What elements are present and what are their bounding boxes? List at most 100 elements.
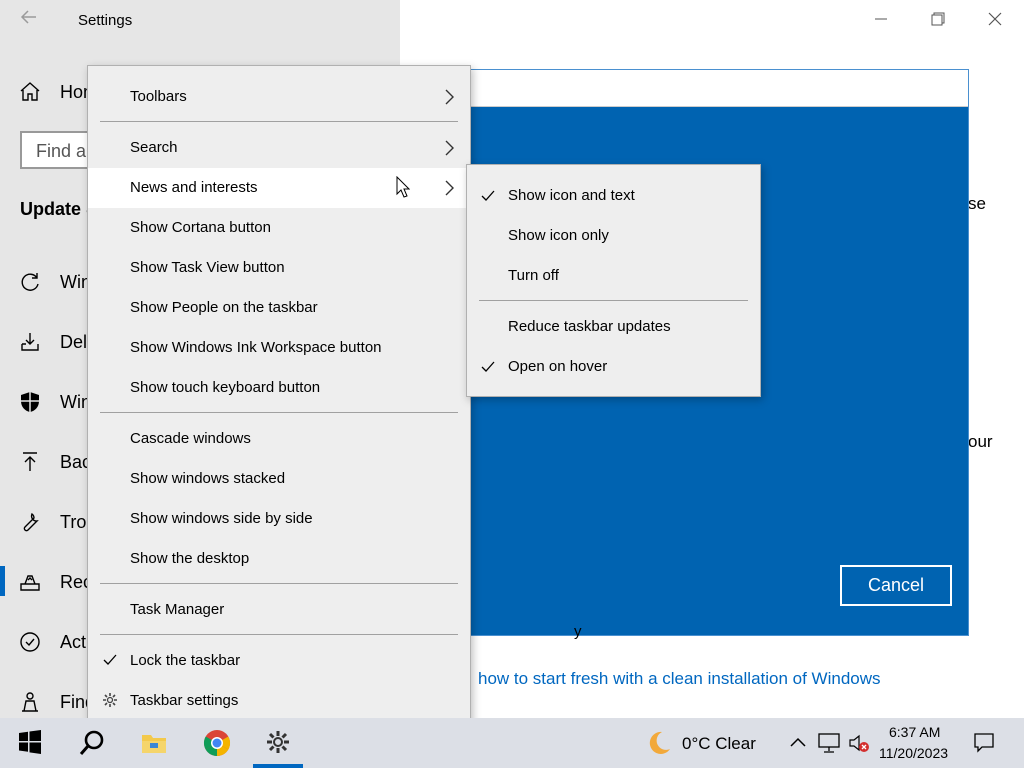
volume-button[interactable]	[845, 718, 873, 768]
menu-item-label: Lock the taskbar	[130, 652, 241, 669]
volume-muted-icon	[849, 734, 869, 752]
notification-icon	[974, 733, 994, 753]
notifications-button[interactable]	[962, 718, 1006, 768]
menu-separator	[479, 300, 748, 301]
windows-logo-icon	[19, 730, 41, 754]
cancel-button[interactable]: Cancel	[840, 565, 952, 606]
menu-item-label: Show Windows Ink Workspace button	[130, 339, 382, 356]
network-button[interactable]	[815, 718, 843, 768]
menu-item-cascade-windows[interactable]: Cascade windows	[88, 419, 470, 459]
menu-item-label: Search	[130, 139, 178, 156]
weather-text[interactable]: 0°C Clear	[682, 734, 756, 754]
submenu-item-open-on-hover[interactable]: Open on hover	[467, 347, 760, 387]
chrome-icon	[203, 730, 231, 757]
weather-widget[interactable]	[632, 718, 682, 768]
taskbar-search-button[interactable]	[66, 718, 116, 768]
show-hidden-icons-button[interactable]	[785, 718, 811, 768]
shield-icon	[18, 390, 42, 414]
minimize-button[interactable]	[869, 8, 893, 32]
menu-item-label: Show touch keyboard button	[130, 379, 321, 396]
submenu-item-label: Open on hover	[508, 358, 608, 375]
delivery-icon	[18, 330, 42, 354]
file-explorer-button[interactable]	[128, 718, 178, 768]
check-circle-icon	[18, 630, 42, 654]
menu-item-show-touch-keyboard[interactable]: Show touch keyboard button	[88, 368, 470, 408]
menu-item-label: Task Manager	[130, 601, 225, 618]
menu-item-label: Show windows side by side	[130, 510, 313, 527]
moon-icon	[649, 731, 670, 754]
refresh-icon	[18, 270, 42, 294]
clock-date[interactable]: 11/20/2023	[879, 745, 948, 761]
menu-item-label: Taskbar settings	[130, 692, 239, 709]
search-placeholder: Find a	[36, 141, 87, 161]
clean-install-link[interactable]: how to start fresh with a clean installa…	[478, 669, 881, 689]
menu-item-show-cortana[interactable]: Show Cortana button	[88, 208, 470, 248]
person-icon	[18, 690, 42, 714]
submenu-item-label: Turn off	[508, 267, 559, 284]
menu-separator	[100, 412, 458, 413]
menu-separator	[100, 121, 458, 122]
menu-item-windows-side-by-side[interactable]: Show windows side by side	[88, 499, 470, 539]
chevron-right-icon	[442, 138, 456, 158]
chevron-right-icon	[442, 178, 456, 198]
chevron-up-icon	[790, 737, 806, 747]
menu-item-label: Toolbars	[130, 88, 187, 105]
menu-item-label: Show the desktop	[130, 550, 250, 567]
menu-item-show-task-view[interactable]: Show Task View button	[88, 248, 470, 288]
main-text-fragment: y	[574, 623, 582, 640]
close-button[interactable]	[983, 8, 1007, 32]
menu-item-toolbars[interactable]: Toolbars	[88, 77, 470, 117]
menu-item-label: Cascade windows	[130, 430, 251, 447]
submenu-item-turn-off[interactable]: Turn off	[467, 256, 760, 296]
chrome-button[interactable]	[191, 718, 241, 768]
menu-item-show-desktop[interactable]: Show the desktop	[88, 539, 470, 579]
menu-item-label: Show People on the taskbar	[130, 299, 318, 316]
clock-time[interactable]: 6:37 AM	[889, 724, 940, 740]
dialog-header	[464, 70, 968, 107]
menu-separator	[100, 634, 458, 635]
maximize-button[interactable]	[926, 8, 950, 32]
menu-item-taskbar-settings[interactable]: Taskbar settings	[88, 681, 470, 721]
submenu-item-reduce-taskbar-updates[interactable]: Reduce taskbar updates	[467, 307, 760, 347]
submenu-item-show-icon-and-text[interactable]: Show icon and text	[467, 176, 760, 216]
menu-item-task-manager[interactable]: Task Manager	[88, 590, 470, 630]
submenu-item-label: Show icon only	[508, 227, 609, 244]
gear-icon	[102, 692, 118, 708]
network-icon	[818, 733, 840, 753]
folder-icon	[142, 735, 166, 753]
menu-item-label: Show windows stacked	[130, 470, 286, 487]
active-app-indicator	[253, 764, 303, 768]
back-arrow-icon[interactable]	[20, 8, 42, 30]
taskbar: 0°C Clear 6:37 AM 11/20/2023	[0, 718, 1024, 768]
submenu-item-label: Show icon and text	[508, 187, 635, 204]
settings-taskbar-button[interactable]	[253, 718, 303, 768]
backup-icon	[18, 450, 42, 474]
main-text-fragment: our	[968, 432, 993, 451]
sidebar-item-label: Acti	[60, 632, 91, 652]
menu-item-news-and-interests[interactable]: News and interests	[88, 168, 470, 208]
checkmark-icon	[480, 188, 496, 204]
menu-item-label: Show Cortana button	[130, 219, 271, 236]
menu-item-label: News and interests	[130, 179, 258, 196]
menu-item-show-people[interactable]: Show People on the taskbar	[88, 288, 470, 328]
menu-item-show-ink-workspace[interactable]: Show Windows Ink Workspace button	[88, 328, 470, 368]
mouse-cursor-icon	[396, 175, 411, 198]
main-text-fragment: se	[968, 194, 986, 213]
menu-item-windows-stacked[interactable]: Show windows stacked	[88, 459, 470, 499]
menu-item-lock-taskbar[interactable]: Lock the taskbar	[88, 641, 470, 681]
menu-separator	[100, 583, 458, 584]
recovery-icon	[18, 570, 42, 594]
chevron-right-icon	[442, 87, 456, 107]
submenu-item-label: Reduce taskbar updates	[508, 318, 671, 335]
submenu-item-show-icon-only[interactable]: Show icon only	[467, 216, 760, 256]
search-icon	[79, 730, 104, 755]
news-interests-submenu: Show icon and text Show icon only Turn o…	[466, 164, 761, 397]
gear-icon	[267, 731, 289, 753]
window-title: Settings	[78, 12, 133, 29]
start-button[interactable]	[5, 718, 55, 768]
menu-item-label: Show Task View button	[130, 259, 285, 276]
checkmark-icon	[480, 359, 496, 375]
home-icon	[18, 80, 42, 104]
menu-item-search[interactable]: Search	[88, 128, 470, 168]
taskbar-context-menu: Toolbars Search News and interests Show …	[87, 65, 471, 732]
